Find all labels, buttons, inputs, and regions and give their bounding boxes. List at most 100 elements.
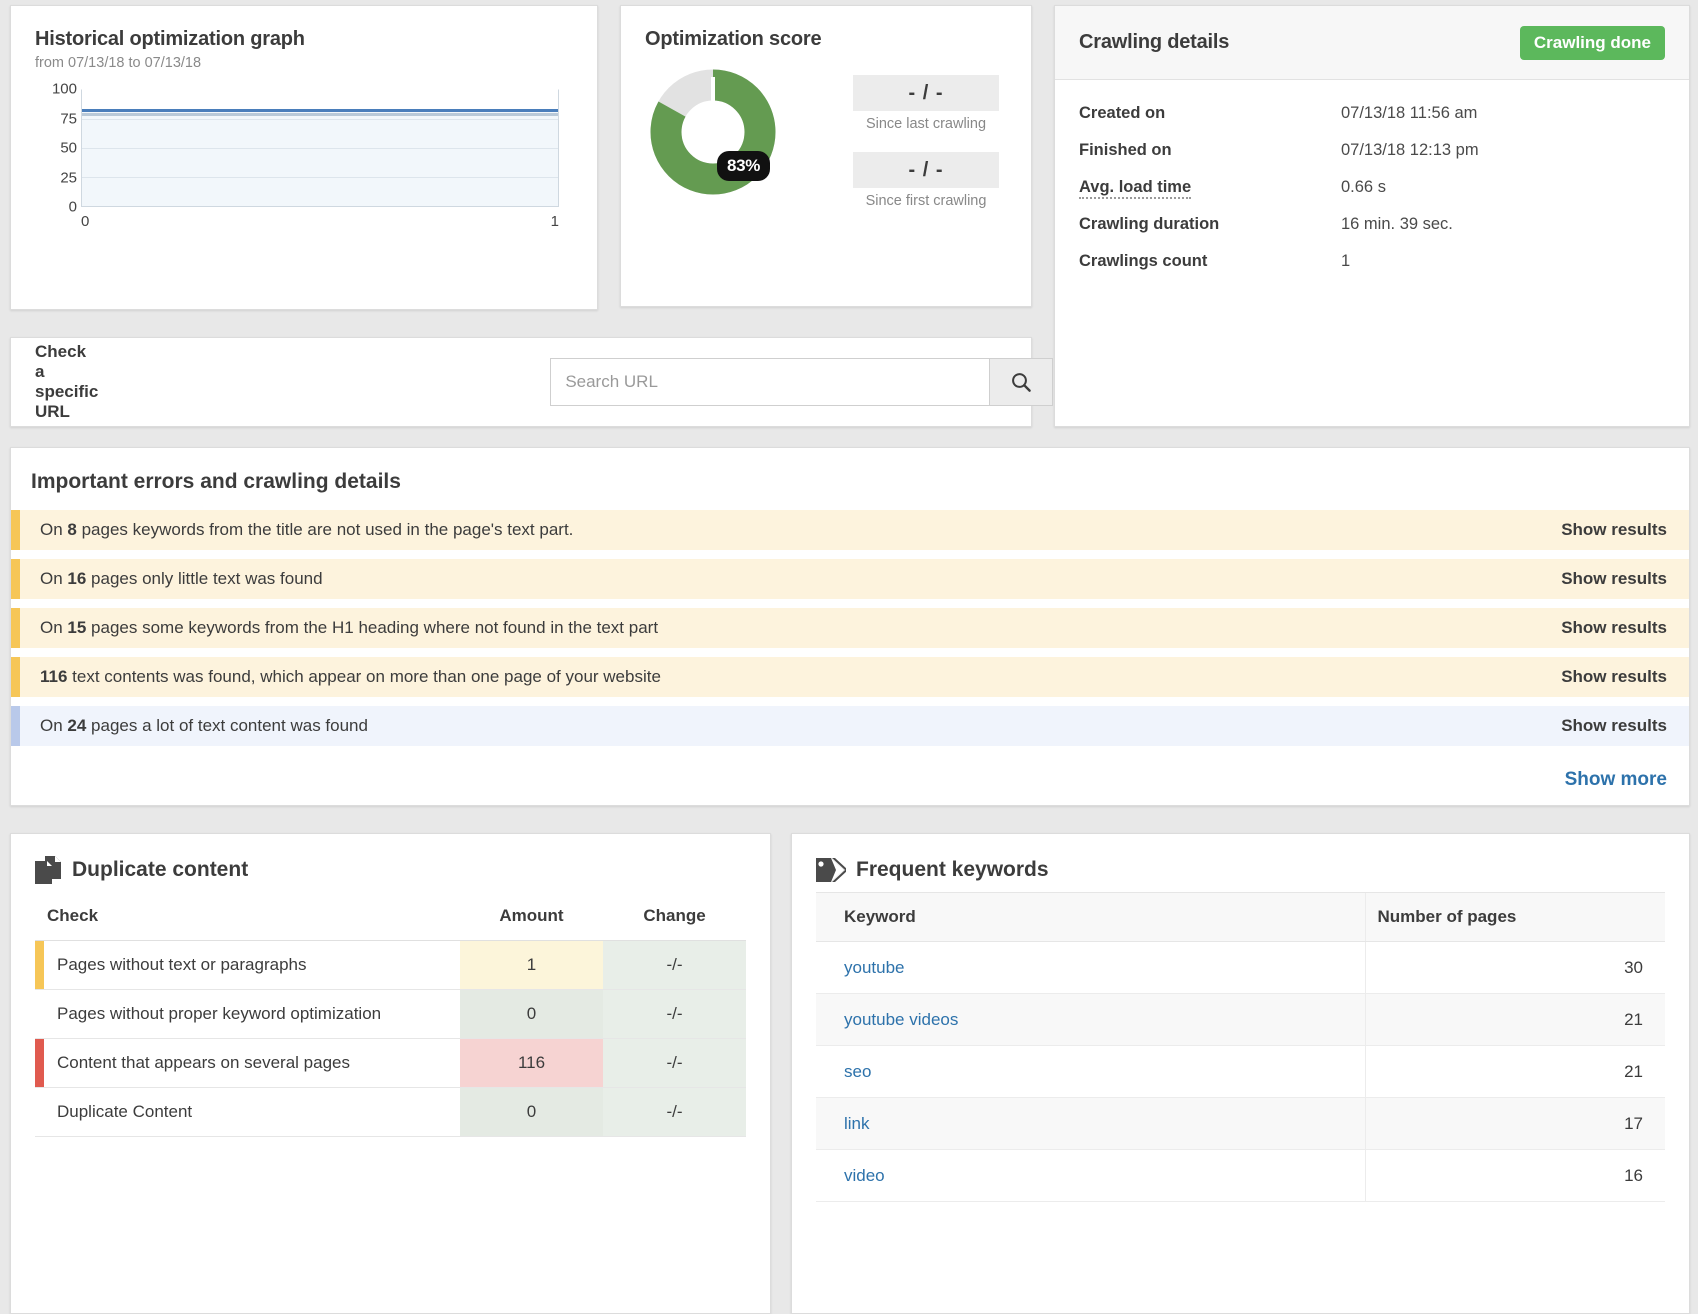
- table-body: youtube 30 youtube videos 21 seo 21 link…: [816, 942, 1665, 1202]
- historical-chart: 100 75 50 25 0 0 1: [35, 89, 573, 239]
- check-name: Duplicate Content: [57, 1102, 192, 1121]
- error-message: On 15 pages some keywords from the H1 he…: [20, 618, 1561, 638]
- crawling-details-header: Crawling details Crawling done: [1055, 6, 1689, 80]
- avg-load-time-label[interactable]: Avg. load time: [1079, 178, 1191, 199]
- keyword-link[interactable]: link: [844, 1114, 870, 1133]
- severity-bar: [11, 608, 20, 648]
- crawling-detail-value: 07/13/18 11:56 am: [1341, 104, 1477, 123]
- column-change: Change: [603, 892, 746, 941]
- check-url-row: Check a specific URL: [11, 338, 1031, 426]
- severity-bar: [35, 941, 44, 989]
- score-donut-chart: 83%: [645, 65, 795, 200]
- error-row[interactable]: On 16 pages only little text was found S…: [11, 559, 1689, 599]
- severity-bar: [35, 990, 44, 1038]
- amount-cell: 0: [460, 1088, 603, 1137]
- column-check: Check: [35, 892, 460, 941]
- check-name: Pages without text or paragraphs: [57, 955, 306, 974]
- y-tick-50: 50: [60, 140, 77, 157]
- gridline-75: [82, 119, 558, 120]
- crawling-detail-row: Crawlings count 1: [1079, 252, 1665, 271]
- error-row[interactable]: 116 text contents was found, which appea…: [11, 657, 1689, 697]
- table-body: Pages without text or paragraphs 1 -/- P…: [35, 941, 746, 1137]
- amount-cell: 1: [460, 941, 603, 990]
- x-tick-0: 0: [81, 213, 89, 230]
- important-errors-title: Important errors and crawling details: [31, 470, 1689, 494]
- table-header: Check Amount Change: [35, 892, 746, 941]
- since-last-crawling-value: - / -: [853, 75, 999, 111]
- score-percent-badge: 83%: [717, 151, 770, 181]
- show-results-link[interactable]: Show results: [1561, 569, 1689, 589]
- show-results-link[interactable]: Show results: [1561, 667, 1689, 687]
- optimization-score-body: 83% - / - Since last crawling - / - Sinc…: [645, 65, 1007, 229]
- crawling-detail-row: Finished on 07/13/18 12:13 pm: [1079, 141, 1665, 160]
- change-cell: -/-: [603, 1088, 746, 1137]
- crawling-detail-value: 07/13/18 12:13 pm: [1341, 141, 1479, 160]
- series-line-optimization-score: [82, 109, 558, 112]
- column-amount: Amount: [460, 892, 603, 941]
- tag-icon: [816, 856, 846, 884]
- crawling-detail-label: Created on: [1079, 104, 1341, 123]
- chart-above-series-region: [82, 90, 558, 110]
- error-row[interactable]: On 8 pages keywords from the title are n…: [11, 510, 1689, 550]
- crawling-detail-value: 16 min. 39 sec.: [1341, 215, 1453, 234]
- error-row[interactable]: On 15 pages some keywords from the H1 he…: [11, 608, 1689, 648]
- table-row: Content that appears on several pages 11…: [35, 1039, 746, 1088]
- show-results-link[interactable]: Show results: [1561, 520, 1689, 540]
- error-row[interactable]: On 24 pages a lot of text content was fo…: [11, 706, 1689, 746]
- keyword-link[interactable]: video: [844, 1166, 885, 1185]
- table-row: seo 21: [816, 1046, 1665, 1098]
- crawling-details-title: Crawling details: [1079, 31, 1229, 54]
- historical-graph-daterange: from 07/13/18 to 07/13/18: [35, 55, 573, 71]
- error-message: On 24 pages a lot of text content was fo…: [20, 716, 1561, 736]
- show-results-link[interactable]: Show results: [1561, 618, 1689, 638]
- frequent-keywords-panel: Frequent keywords Keyword Number of page…: [791, 833, 1690, 1314]
- search-url-button[interactable]: [989, 358, 1053, 406]
- keyword-link[interactable]: seo: [844, 1062, 871, 1081]
- pages-count-cell: 30: [1365, 942, 1665, 994]
- change-cell: -/-: [603, 1039, 746, 1088]
- amount-cell: 116: [460, 1039, 603, 1088]
- keyword-cell: youtube videos: [816, 994, 1365, 1046]
- y-tick-75: 75: [60, 110, 77, 127]
- error-message: On 8 pages keywords from the title are n…: [20, 520, 1561, 540]
- pages-count-cell: 21: [1365, 994, 1665, 1046]
- important-errors-panel: Important errors and crawling details On…: [10, 447, 1690, 806]
- severity-bar: [11, 559, 20, 599]
- donut-svg: [645, 65, 795, 200]
- crawling-detail-label: Crawling duration: [1079, 215, 1341, 234]
- check-name: Pages without proper keyword optimizatio…: [57, 1004, 381, 1023]
- crawling-details-panel: Crawling details Crawling done Created o…: [1054, 5, 1690, 427]
- error-message: 116 text contents was found, which appea…: [20, 667, 1561, 687]
- pages-count-cell: 21: [1365, 1046, 1665, 1098]
- change-cell: -/-: [603, 941, 746, 990]
- keyword-link[interactable]: youtube videos: [844, 1010, 958, 1029]
- table-row: youtube 30: [816, 942, 1665, 994]
- historical-graph-title: Historical optimization graph: [35, 28, 573, 51]
- table-row: link 17: [816, 1098, 1665, 1150]
- show-more-link[interactable]: Show more: [11, 755, 1689, 791]
- check-name-cell: Pages without text or paragraphs: [35, 941, 460, 990]
- search-icon: [1010, 371, 1032, 393]
- gridline-25: [82, 177, 558, 178]
- keyword-cell: seo: [816, 1046, 1365, 1098]
- table-row: Pages without proper keyword optimizatio…: [35, 990, 746, 1039]
- y-tick-100: 100: [52, 81, 77, 98]
- dashboard-page: Historical optimization graph from 07/13…: [0, 0, 1698, 1314]
- error-message: On 16 pages only little text was found: [20, 569, 1561, 589]
- column-number-of-pages: Number of pages: [1365, 893, 1665, 942]
- y-tick-0: 0: [69, 199, 77, 216]
- check-name-cell: Duplicate Content: [35, 1088, 460, 1137]
- y-tick-25: 25: [60, 169, 77, 186]
- keyword-link[interactable]: youtube: [844, 958, 905, 977]
- crawling-detail-row: Avg. load time 0.66 s: [1079, 178, 1665, 197]
- chart-x-axis: 0 1: [81, 213, 559, 233]
- frequent-keywords-table: Keyword Number of pages youtube 30 youtu…: [816, 892, 1665, 1202]
- search-url-input[interactable]: [550, 358, 989, 406]
- historical-optimization-graph-panel: Historical optimization graph from 07/13…: [10, 5, 598, 310]
- crawling-detail-label: Finished on: [1079, 141, 1341, 160]
- crawling-detail-value: 0.66 s: [1341, 178, 1386, 197]
- crawling-detail-value: 1: [1341, 252, 1350, 271]
- duplicate-content-header: Duplicate content: [35, 856, 746, 884]
- show-results-link[interactable]: Show results: [1561, 716, 1689, 736]
- check-url-field-group: [550, 358, 1053, 406]
